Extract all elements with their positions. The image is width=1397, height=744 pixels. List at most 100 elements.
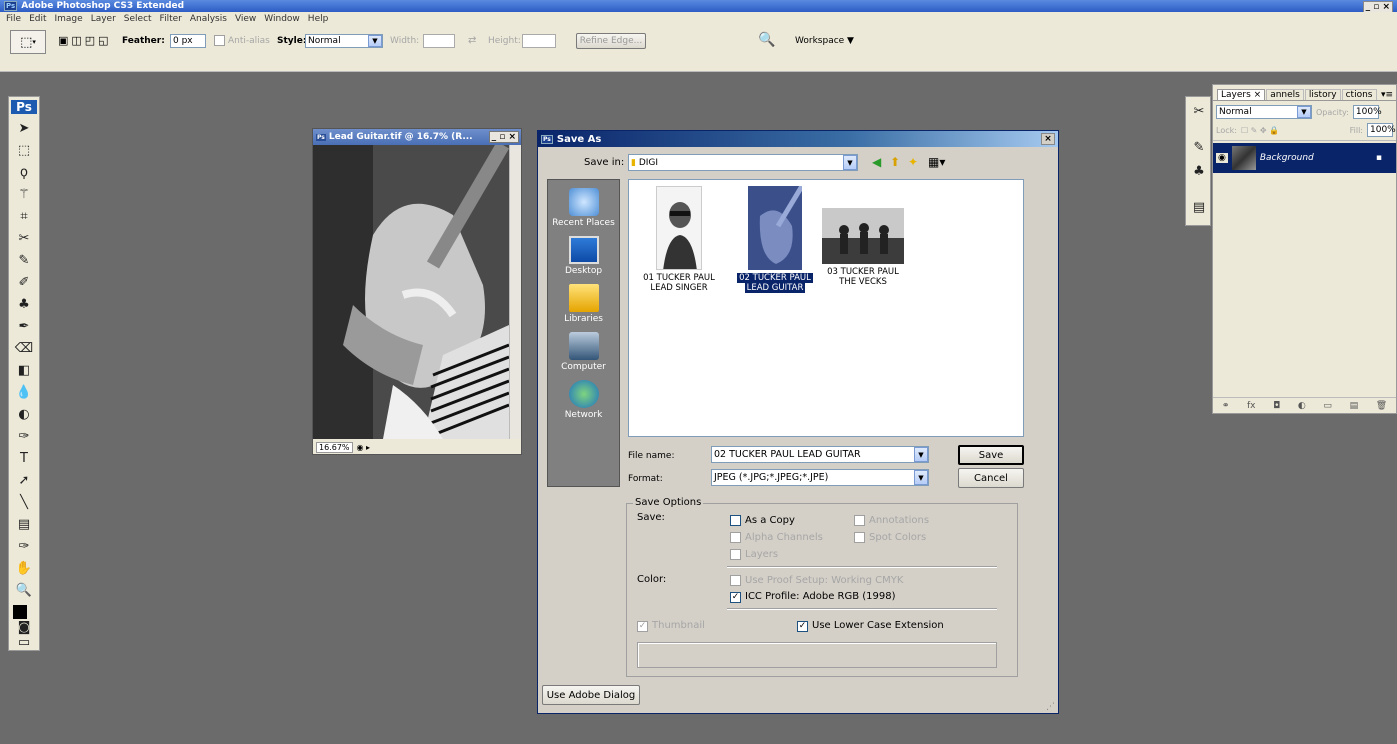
cancel-button[interactable]: Cancel [958,468,1024,488]
antialias-checkbox[interactable] [214,35,225,49]
screen-mode-icon[interactable]: ▭ [12,635,36,650]
document-window[interactable]: Ps Lead Guitar.tif @ 16.7% (R... _ ▫ × 1… [312,128,522,455]
notes-tool-icon[interactable]: ▤ [12,513,36,535]
panel-menu-icon[interactable]: ▾≡ [1381,90,1396,100]
clone-source-icon[interactable]: ♣ [1187,160,1211,182]
blur-tool-icon[interactable]: 💧 [12,381,36,403]
height-input[interactable] [522,34,556,48]
tool-preset-picker[interactable]: ⬚ ▾ [10,30,46,54]
opacity-input[interactable]: 100% [1352,105,1382,119]
place-computer[interactable]: Computer [548,332,619,372]
quick-mask-icon[interactable]: ◙ [12,620,36,635]
tab-actions[interactable]: ctions [1341,89,1377,100]
file-item-selected[interactable]: 02 TUCKER PAUL LEAD GUITAR [733,186,817,293]
bridge-icon[interactable]: 🔍 [758,32,775,48]
zoom-tool-icon[interactable]: 🔍 [12,579,36,601]
adjustment-layer-icon[interactable]: ◐ [1298,401,1306,411]
type-tool-icon[interactable]: T [12,447,36,469]
file-list[interactable]: 01 TUCKER PAUL LEAD SINGER 02 TUCKER PAU… [628,179,1024,437]
color-swatches[interactable] [11,603,37,626]
new-layer-icon[interactable]: ▤ [1350,401,1359,411]
brush-tool-icon[interactable]: ✐ [12,271,36,293]
eyedropper-tool-icon[interactable]: ✑ [12,535,36,557]
refine-edge-button[interactable]: Refine Edge... [576,33,646,49]
alpha-channels-checkbox[interactable] [730,532,741,546]
use-adobe-dialog-button[interactable]: Use Adobe Dialog [542,685,640,705]
document-title-bar[interactable]: Ps Lead Guitar.tif @ 16.7% (R... _ ▫ × [313,129,521,145]
format-select[interactable]: JPEG (*.JPG;*.JPEG;*.JPE) ▼ [711,469,929,486]
place-desktop[interactable]: Desktop [548,236,619,276]
crop-tool-icon[interactable]: ⌗ [12,205,36,227]
zoom-level[interactable]: 16.67% [316,441,353,453]
filename-input[interactable]: 02 TUCKER PAUL LEAD GUITAR ▼ [711,446,929,463]
clone-stamp-tool-icon[interactable]: ♣ [12,293,36,315]
proof-setup-checkbox[interactable] [730,575,741,589]
document-window-controls[interactable]: _ ▫ × [488,131,519,143]
status-menu-icon[interactable]: ◉ ▸ [357,443,371,452]
tab-layers[interactable]: Layers × [1217,89,1266,100]
layer-row[interactable]: ◉ Background ▪ [1213,143,1396,173]
mask-icon[interactable]: ◘ [1273,401,1280,411]
link-layers-icon[interactable]: ⚭ [1222,401,1230,411]
trash-icon[interactable]: 🗑 [1376,401,1387,411]
menu-analysis[interactable]: Analysis [190,14,227,24]
pen-tool-icon[interactable]: ✑ [12,425,36,447]
menu-file[interactable]: File [6,14,21,24]
lock-icons[interactable]: ☐ ✎ ✥ 🔒 [1241,126,1279,135]
move-tool-icon[interactable]: ➤ [12,117,36,139]
menu-view[interactable]: View [235,14,256,24]
slice-tool-icon[interactable]: ✂ [12,227,36,249]
fill-input[interactable]: 100% [1367,123,1396,137]
menu-window[interactable]: Window [264,14,300,24]
icc-profile-checkbox[interactable]: ✓ [730,591,741,603]
view-menu-icon[interactable]: ▦▾ [928,155,945,169]
width-input[interactable] [423,34,455,48]
marquee-tool-icon[interactable]: ⬚ [12,139,36,161]
new-folder-icon[interactable]: ✦ [908,155,918,169]
menu-layer[interactable]: Layer [91,14,116,24]
gradient-tool-icon[interactable]: ◧ [12,359,36,381]
foreground-color-swatch[interactable] [13,605,27,619]
swap-icon[interactable]: ⇄ [468,35,476,46]
magic-wand-tool-icon[interactable]: ⚚ [12,183,36,205]
fx-icon[interactable]: fx [1247,401,1256,411]
group-icon[interactable]: ▭ [1323,401,1332,411]
resize-grip-icon[interactable]: ⋰ [1046,702,1055,712]
place-recent[interactable]: Recent Places [548,188,619,228]
info-icon[interactable]: ▤ [1187,196,1211,218]
brushes-icon[interactable]: ✎ [1187,136,1211,158]
as-copy-checkbox[interactable] [730,515,741,529]
line-tool-icon[interactable]: ╲ [12,491,36,513]
place-libraries[interactable]: Libraries [548,284,619,324]
file-item[interactable]: 01 TUCKER PAUL LEAD SINGER [637,186,721,293]
visibility-eye-icon[interactable]: ◉ [1216,153,1228,163]
selection-mode-icons[interactable]: ▣◫◰◱ [58,34,112,47]
hand-tool-icon[interactable]: ✋ [12,557,36,579]
document-canvas[interactable] [313,145,509,439]
lasso-tool-icon[interactable]: ϙ [12,161,36,183]
history-brush-tool-icon[interactable]: ✒ [12,315,36,337]
blend-mode-select[interactable]: Normal ▼ [1216,105,1312,119]
menu-select[interactable]: Select [124,14,152,24]
thumbnail-checkbox[interactable]: ✓ [637,620,648,632]
eraser-tool-icon[interactable]: ⌫ [12,337,36,359]
document-vscrollbar[interactable] [509,145,521,439]
file-item[interactable]: 03 TUCKER PAUL THE VECKS [815,208,911,287]
path-selection-tool-icon[interactable]: ➚ [12,469,36,491]
up-folder-icon[interactable]: ⬆ [890,155,900,169]
back-icon[interactable]: ◀ [872,155,881,169]
workspace-menu[interactable]: Workspace ▼ [795,36,854,46]
healing-brush-tool-icon[interactable]: ✎ [12,249,36,271]
tab-channels[interactable]: annels [1266,89,1304,100]
tab-history[interactable]: listory [1304,89,1341,100]
feather-input[interactable]: 0 px [170,34,206,48]
dodge-tool-icon[interactable]: ◐ [12,403,36,425]
style-select[interactable]: Normal ▼ [305,34,383,48]
menu-edit[interactable]: Edit [29,14,46,24]
layers-checkbox[interactable] [730,549,741,563]
lowercase-ext-checkbox[interactable]: ✓ [797,620,808,632]
annotations-checkbox[interactable] [854,515,865,529]
menu-filter[interactable]: Filter [160,14,182,24]
tools-preset-icon[interactable]: ✂ [1187,100,1211,122]
dialog-title-bar[interactable]: Ps Save As × [538,131,1058,147]
